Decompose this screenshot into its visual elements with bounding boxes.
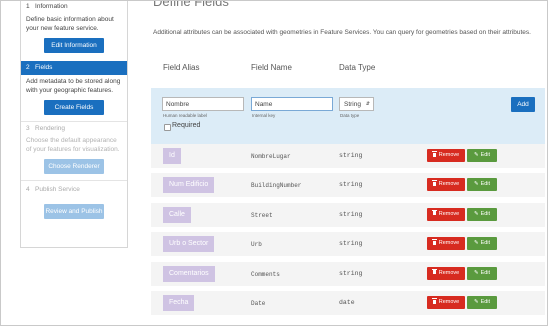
trash-icon bbox=[431, 209, 437, 216]
pencil-icon: ✎ bbox=[473, 210, 479, 217]
step-4-header: 4 Publish Service bbox=[26, 186, 80, 193]
field-name: NombreLugar bbox=[251, 153, 291, 160]
pencil-icon: ✎ bbox=[473, 152, 479, 158]
edit-field-button[interactable]: ✎ Edit bbox=[467, 207, 497, 221]
step-3-header: 3 Rendering bbox=[26, 125, 66, 132]
trash-icon bbox=[431, 239, 437, 245]
field-alias-chip: Comentarios bbox=[163, 265, 215, 282]
wizard-sidebar: 1 Information Define basic information a… bbox=[20, 1, 128, 248]
pencil-icon: ✎ bbox=[473, 299, 479, 305]
remove-label: Remove bbox=[438, 240, 460, 247]
column-header-name: Field Name bbox=[251, 63, 292, 72]
step-3-description: Choose the default appearance of your fe… bbox=[26, 137, 120, 153]
edit-field-button[interactable]: ✎ Edit bbox=[467, 266, 497, 280]
edit-field-button[interactable]: ✎ Edit bbox=[467, 178, 497, 192]
create-fields-button[interactable]: Create Fields bbox=[44, 100, 104, 115]
field-alias-chip: Urb o Sector bbox=[163, 236, 215, 253]
edit-label: Edit bbox=[480, 299, 491, 305]
page-title: Define Fields bbox=[153, 0, 229, 9]
column-header-type: Data Type bbox=[339, 63, 376, 72]
remove-field-button[interactable]: Remove bbox=[427, 237, 465, 251]
pencil-icon: ✎ bbox=[473, 240, 479, 247]
field-name: Comments bbox=[251, 270, 280, 278]
trash-icon bbox=[431, 180, 437, 186]
field-name: Date bbox=[251, 300, 266, 307]
step-1-description: Define basic information about your new … bbox=[26, 16, 114, 32]
field-name: Urb bbox=[251, 241, 262, 249]
remove-label: Remove bbox=[438, 269, 460, 276]
field-data-type: string bbox=[339, 240, 363, 248]
edit-label: Edit bbox=[480, 152, 491, 158]
select-arrows-icon: ⇵ bbox=[365, 101, 370, 107]
field-data-type: string bbox=[339, 181, 363, 189]
data-type-hint: Data type bbox=[340, 113, 360, 118]
review-and-publish-button[interactable]: Review and Publish bbox=[44, 204, 104, 219]
remove-field-button[interactable]: Remove bbox=[427, 149, 465, 162]
field-name: Street bbox=[251, 211, 273, 219]
field-data-type: string bbox=[339, 210, 363, 218]
remove-field-button[interactable]: Remove bbox=[427, 178, 465, 192]
remove-label: Remove bbox=[438, 181, 460, 188]
choose-renderer-button[interactable]: Choose Renderer bbox=[44, 159, 104, 174]
pencil-icon: ✎ bbox=[473, 269, 479, 276]
field-alias-chip: Fecha bbox=[163, 295, 195, 311]
required-checkbox[interactable] bbox=[164, 124, 171, 131]
field-alias-input[interactable]: Nombre bbox=[162, 97, 244, 111]
remove-label: Remove bbox=[438, 299, 460, 305]
step-2-description: Add metadata to be stored along with you… bbox=[26, 78, 121, 94]
remove-label: Remove bbox=[438, 210, 460, 217]
column-header-alias: Field Alias bbox=[163, 63, 200, 72]
remove-field-button[interactable]: Remove bbox=[427, 266, 465, 280]
add-field-button[interactable]: Add bbox=[511, 97, 535, 112]
trash-icon bbox=[431, 268, 437, 275]
edit-field-button[interactable]: ✎ Edit bbox=[467, 149, 497, 162]
field-name: BuildingNumber bbox=[251, 182, 302, 190]
step-1-header[interactable]: 1 Information bbox=[21, 1, 127, 14]
pencil-icon: ✎ bbox=[473, 181, 479, 188]
intro-text: Additional attributes can be associated … bbox=[153, 29, 531, 36]
field-alias-hint: Human readable label bbox=[163, 113, 208, 118]
trash-icon bbox=[431, 151, 437, 157]
remove-field-button[interactable]: Remove bbox=[427, 207, 465, 221]
edit-label: Edit bbox=[480, 269, 491, 276]
edit-field-button[interactable]: ✎ Edit bbox=[467, 237, 497, 251]
field-alias-chip: Calle bbox=[163, 206, 191, 223]
step-2-header[interactable]: 2 Fields bbox=[21, 61, 127, 75]
edit-label: Edit bbox=[480, 240, 491, 247]
remove-field-button[interactable]: Remove bbox=[427, 296, 465, 309]
edit-field-button[interactable]: ✎ Edit bbox=[467, 296, 497, 309]
field-data-type: date bbox=[339, 299, 355, 306]
field-name-input[interactable]: Name bbox=[251, 97, 333, 111]
edit-label: Edit bbox=[480, 181, 491, 188]
data-type-select[interactable]: String ⇵ bbox=[339, 97, 374, 111]
wizard-window: 1 Information Define basic information a… bbox=[0, 0, 548, 326]
field-alias-chip: Num Edificio bbox=[163, 177, 215, 194]
field-data-type: string bbox=[339, 152, 363, 159]
field-data-type: string bbox=[339, 269, 363, 277]
remove-label: Remove bbox=[438, 152, 460, 158]
edit-label: Edit bbox=[480, 210, 491, 217]
trash-icon bbox=[431, 298, 437, 304]
edit-information-button[interactable]: Edit Information bbox=[44, 38, 104, 53]
field-name-hint: Internal key bbox=[252, 113, 276, 118]
field-alias-chip: Id bbox=[163, 148, 181, 164]
required-label: Required bbox=[172, 122, 201, 129]
